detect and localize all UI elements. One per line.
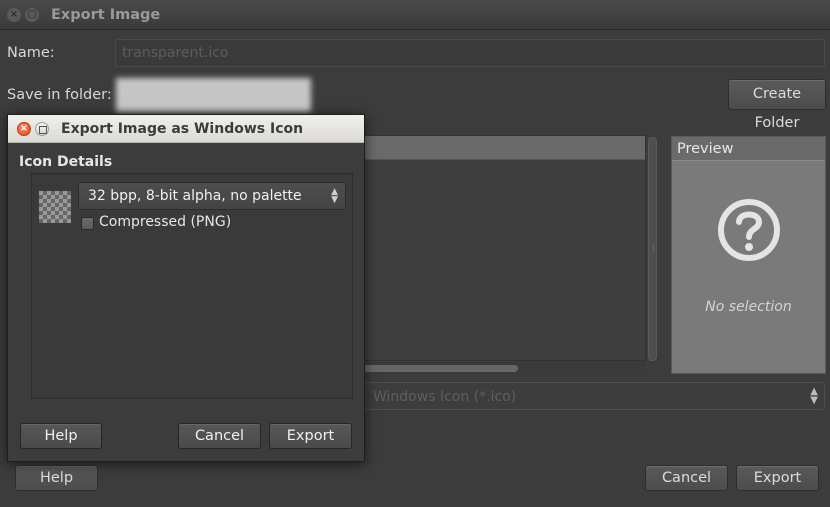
- pane-splitter[interactable]: ⁞: [648, 137, 657, 361]
- maximize-icon[interactable]: □: [25, 8, 39, 22]
- windows-icon-dialog: × Export Image as Windows Icon Icon Deta…: [7, 114, 365, 462]
- create-folder-button[interactable]: Create Folder: [728, 79, 826, 131]
- maximize-icon[interactable]: [35, 122, 49, 136]
- preview-panel: Preview No selection: [671, 136, 826, 374]
- close-icon[interactable]: ×: [17, 122, 31, 136]
- chevron-updown-icon: ▲ ▼: [810, 386, 818, 406]
- compressed-label[interactable]: Compressed (PNG): [99, 214, 231, 230]
- dialog-titlebar: × Export Image as Windows Icon: [8, 115, 364, 143]
- compressed-checkbox[interactable]: [81, 217, 94, 230]
- icon-details-heading: Icon Details: [19, 154, 113, 170]
- preview-header: Preview: [672, 137, 825, 161]
- dialog-export-button[interactable]: Export: [269, 423, 352, 449]
- grip-icon: ⁞: [652, 244, 655, 253]
- help-button[interactable]: Help: [15, 465, 98, 491]
- icon-thumbnail: [39, 191, 71, 223]
- folder-path-blurred[interactable]: [116, 78, 311, 112]
- file-type-select[interactable]: Windows Icon (*.ico) ▲ ▼: [360, 382, 825, 410]
- format-select-value: 32 bpp, 8-bit alpha, no palette: [88, 188, 302, 204]
- question-mark-icon: [718, 199, 780, 261]
- dialog-cancel-button[interactable]: Cancel: [178, 423, 261, 449]
- export-button[interactable]: Export: [736, 465, 819, 491]
- file-list-panel[interactable]: [360, 135, 646, 361]
- file-list-scrollbar[interactable]: [360, 362, 646, 374]
- dialog-help-button[interactable]: Help: [20, 423, 102, 449]
- cancel-button[interactable]: Cancel: [645, 465, 728, 491]
- name-field-value: transparent.ico: [122, 45, 229, 61]
- file-type-value: Windows Icon (*.ico): [373, 389, 517, 405]
- icon-details-frame: 32 bpp, 8-bit alpha, no palette ▲ ▼ Compr…: [31, 173, 353, 399]
- preview-title: Preview: [677, 141, 734, 157]
- name-label: Name:: [7, 45, 55, 61]
- export-image-titlebar: × □ Export Image: [0, 0, 830, 30]
- file-list-header[interactable]: [361, 136, 645, 160]
- preview-empty-text: No selection: [705, 299, 792, 315]
- save-in-folder-label: Save in folder:: [7, 87, 112, 103]
- scrollbar-thumb[interactable]: [360, 365, 518, 372]
- format-select[interactable]: 32 bpp, 8-bit alpha, no palette ▲ ▼: [78, 182, 346, 210]
- name-field[interactable]: transparent.ico: [115, 39, 825, 67]
- window-title: Export Image: [51, 7, 161, 23]
- close-icon[interactable]: ×: [7, 8, 21, 22]
- dialog-title: Export Image as Windows Icon: [61, 121, 304, 137]
- chevron-updown-icon: ▲ ▼: [331, 187, 338, 205]
